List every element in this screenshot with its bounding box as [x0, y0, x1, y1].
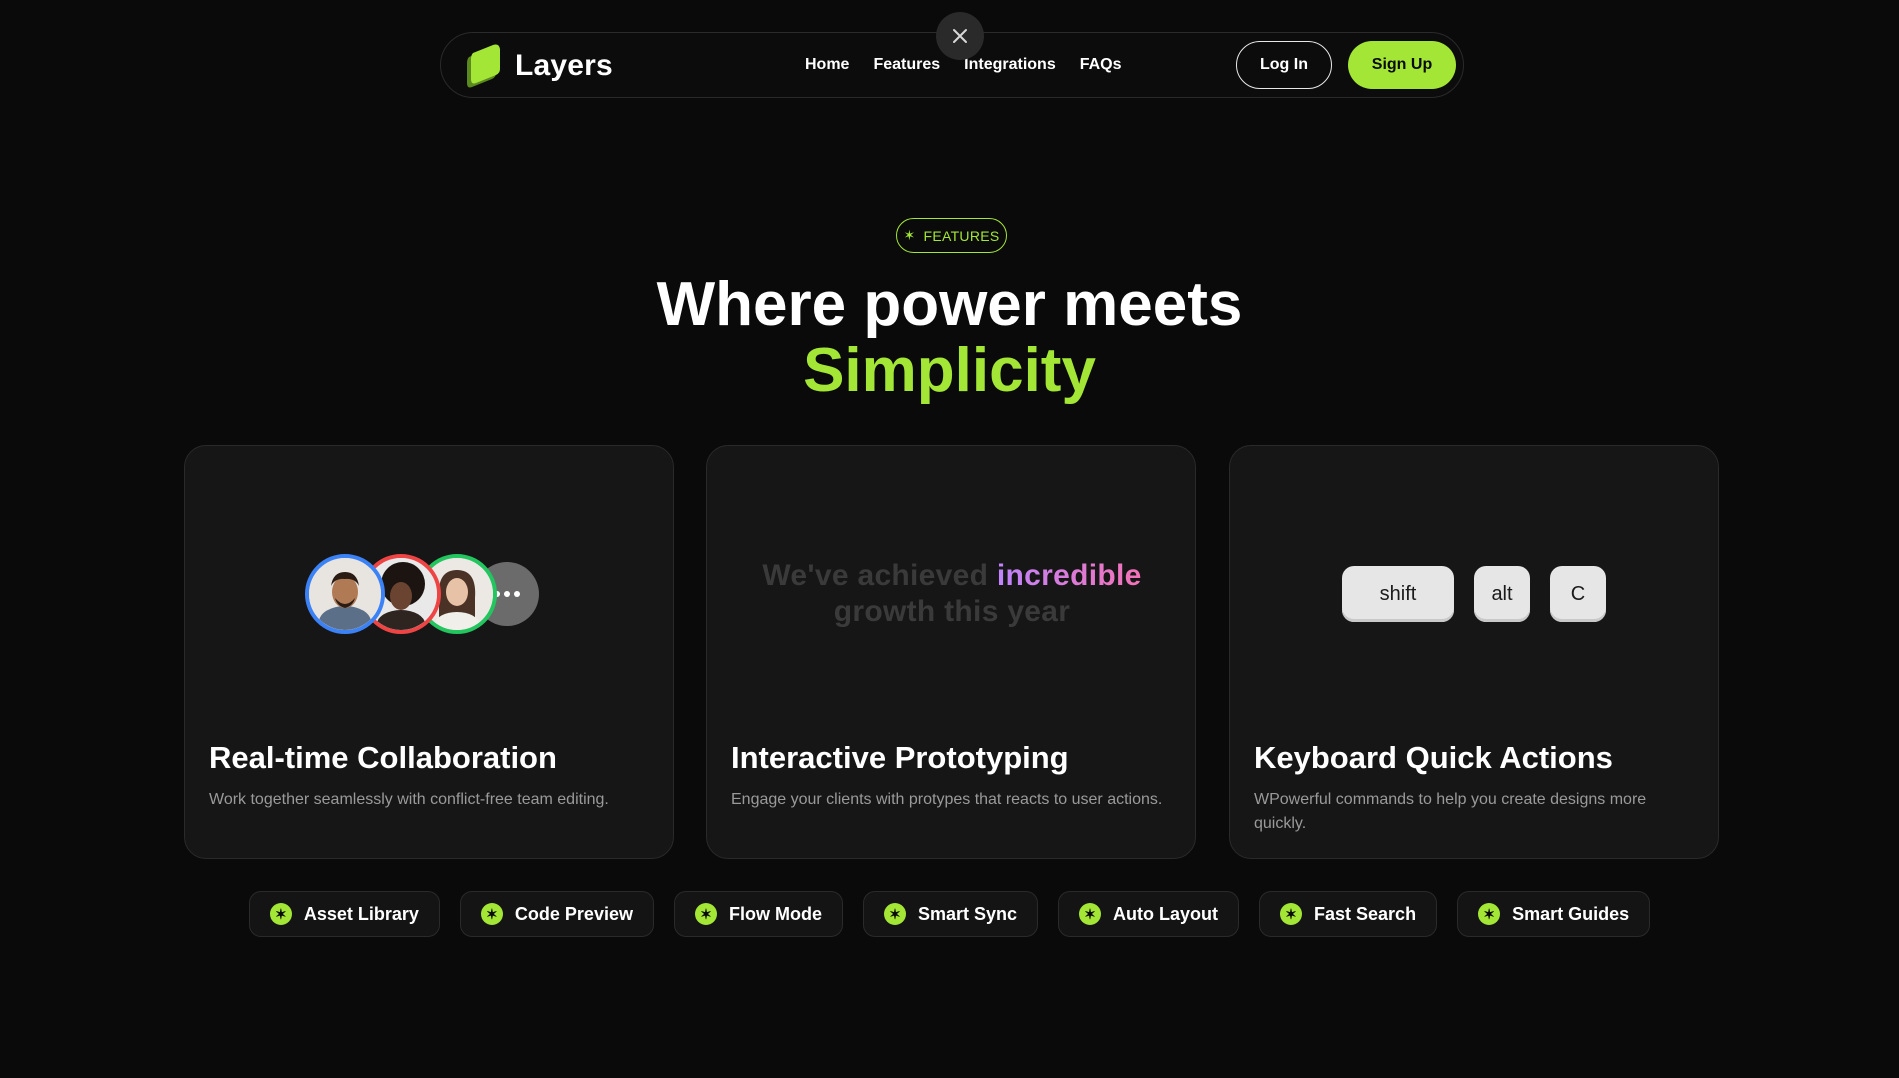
nav-link-integrations[interactable]: Integrations: [964, 56, 1056, 74]
headline: Where power meets: [656, 270, 1243, 339]
avatar: [305, 554, 385, 634]
login-button[interactable]: Log In: [1236, 41, 1332, 89]
feature-chips: ✶ Asset Library ✶ Code Preview ✶ Flow Mo…: [0, 891, 1899, 937]
demo-text-highlight: incredible: [996, 559, 1142, 592]
brand[interactable]: Layers: [459, 43, 613, 89]
card-title: Interactive Prototyping: [731, 740, 1069, 775]
layers-logo-icon: [459, 43, 505, 89]
chip-label: Flow Mode: [728, 903, 822, 924]
demo-text-start: We've achieved: [762, 559, 997, 592]
asterisk-icon: ✶: [480, 903, 503, 925]
headline-accent: Simplicity: [803, 336, 1096, 405]
card-title: Keyboard Quick Actions: [1254, 740, 1613, 775]
chip-smart-sync[interactable]: ✶ Smart Sync: [862, 891, 1039, 937]
key-alt: alt: [1474, 566, 1530, 622]
avatar-group: [305, 554, 555, 638]
chip-fast-search[interactable]: ✶ Fast Search: [1259, 891, 1438, 937]
close-icon: [953, 29, 967, 43]
brand-name: Layers: [515, 49, 613, 82]
feature-card-keyboard: shift alt C Keyboard Quick Actions WPowe…: [1229, 445, 1719, 859]
chip-flow-mode[interactable]: ✶ Flow Mode: [673, 891, 843, 937]
asterisk-icon: ✶: [883, 903, 906, 925]
features-badge: ✶ FEATURES: [896, 218, 1007, 253]
card-description: Engage your clients with protypes that r…: [731, 791, 1163, 808]
chip-label: Smart Sync: [917, 903, 1018, 924]
chip-label: Fast Search: [1314, 903, 1417, 924]
chip-smart-guides[interactable]: ✶ Smart Guides: [1457, 891, 1651, 937]
asterisk-icon: ✶: [1079, 903, 1102, 925]
chip-code-preview[interactable]: ✶ Code Preview: [459, 891, 654, 937]
close-button[interactable]: [936, 12, 984, 60]
chip-auto-layout[interactable]: ✶ Auto Layout: [1058, 891, 1240, 937]
card-title: Real-time Collaboration: [209, 740, 557, 775]
key-c: C: [1550, 566, 1606, 622]
chip-label: Code Preview: [514, 903, 633, 924]
chip-label: Auto Layout: [1113, 903, 1219, 924]
asterisk-icon: ✶: [903, 227, 916, 243]
feature-card-prototyping: We've achieved incredible growth this ye…: [706, 445, 1196, 859]
asterisk-icon: ✶: [269, 903, 292, 925]
asterisk-icon: ✶: [1478, 903, 1501, 925]
signup-button[interactable]: Sign Up: [1348, 41, 1456, 89]
card-description: WPowerful commands to help you create de…: [1254, 791, 1647, 832]
nav-link-features[interactable]: Features: [873, 56, 940, 74]
demo-text-end: growth this year: [833, 595, 1071, 628]
asterisk-icon: ✶: [1280, 903, 1303, 925]
feature-card-collaboration: Real-time Collaboration Work together se…: [184, 445, 674, 859]
keyboard-keys: shift alt C: [1342, 566, 1606, 622]
badge-label: FEATURES: [923, 227, 1000, 244]
chip-label: Asset Library: [303, 903, 419, 924]
asterisk-icon: ✶: [694, 903, 717, 925]
key-shift: shift: [1342, 566, 1454, 622]
nav-link-faqs[interactable]: FAQs: [1080, 56, 1122, 74]
chip-asset-library[interactable]: ✶ Asset Library: [248, 891, 440, 937]
chip-label: Smart Guides: [1512, 903, 1630, 924]
card-description: Work together seamlessly with conflict-f…: [209, 791, 609, 808]
prototype-demo-text: We've achieved incredible growth this ye…: [707, 558, 1197, 630]
nav-link-home[interactable]: Home: [805, 56, 849, 74]
